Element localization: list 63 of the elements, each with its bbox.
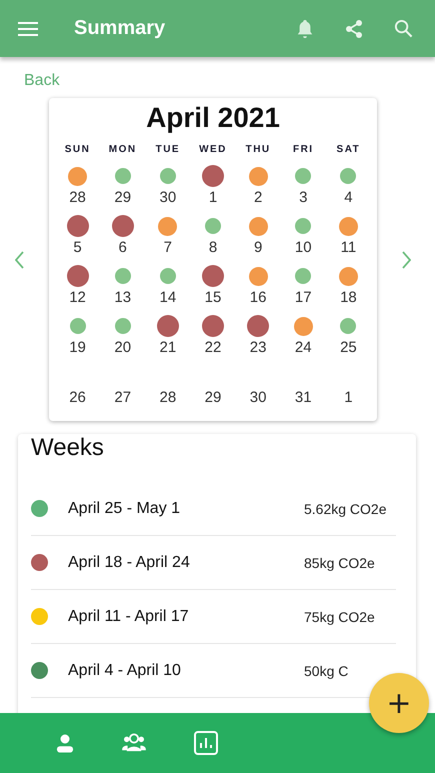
search-icon[interactable] bbox=[394, 19, 413, 38]
week-range[interactable]: April 25 - May 1 bbox=[68, 500, 304, 518]
group-icon[interactable] bbox=[122, 733, 146, 753]
app-bar-title: Summary bbox=[74, 17, 166, 40]
day-number[interactable]: 18 bbox=[340, 289, 357, 306]
day-number[interactable]: 4 bbox=[344, 189, 353, 206]
day-number[interactable]: 2 bbox=[254, 189, 262, 206]
day-number[interactable]: 1 bbox=[208, 189, 218, 206]
day-number[interactable]: 23 bbox=[250, 339, 266, 356]
week-amount: 5.62kg CO2e bbox=[304, 500, 388, 516]
chevron-left-icon[interactable] bbox=[15, 250, 25, 268]
weekday-label: WED bbox=[198, 144, 228, 155]
day-number[interactable]: 22 bbox=[204, 339, 222, 356]
day-number[interactable]: 8 bbox=[208, 239, 218, 256]
weekday-label: SUN bbox=[64, 144, 92, 155]
weekday-label: TUE bbox=[154, 144, 182, 155]
day-number[interactable]: 10 bbox=[294, 239, 312, 256]
weeks-title: Weeks bbox=[31, 434, 105, 463]
week-amount: 50kg C bbox=[304, 662, 350, 678]
week-range[interactable]: April 4 - April 10 bbox=[68, 662, 304, 680]
day-number[interactable]: 24 bbox=[294, 339, 312, 356]
day-number[interactable]: 5 bbox=[73, 239, 82, 256]
day-number[interactable]: 28 bbox=[160, 389, 176, 406]
weekday-label: SAT bbox=[336, 144, 362, 155]
day-number[interactable]: 29 bbox=[114, 189, 132, 206]
day-number[interactable]: 13 bbox=[114, 289, 132, 306]
day-number[interactable]: 30 bbox=[250, 389, 266, 406]
calendar-title: April 2021 bbox=[145, 102, 281, 134]
day-number[interactable]: 28 bbox=[69, 189, 86, 206]
day-number[interactable]: 7 bbox=[164, 239, 172, 256]
bell-icon[interactable] bbox=[296, 18, 314, 38]
day-number[interactable]: 26 bbox=[69, 389, 86, 406]
weekday-label: MON bbox=[108, 144, 138, 155]
day-number[interactable]: 14 bbox=[160, 289, 176, 306]
day-number[interactable]: 29 bbox=[204, 389, 222, 406]
week-amount: 75kg CO2e bbox=[304, 608, 376, 624]
weekday-label: THU bbox=[244, 144, 272, 155]
chart-icon[interactable] bbox=[194, 731, 218, 755]
day-number[interactable]: 19 bbox=[69, 339, 86, 356]
day-number[interactable]: 1 bbox=[344, 389, 353, 406]
day-number[interactable]: 25 bbox=[340, 339, 357, 356]
weekday-label: FRI bbox=[292, 144, 315, 155]
day-number[interactable]: 15 bbox=[204, 289, 222, 306]
share-icon[interactable] bbox=[344, 18, 364, 38]
day-number[interactable]: 30 bbox=[160, 189, 176, 206]
week-range[interactable]: April 11 - April 17 bbox=[68, 608, 304, 626]
menu-icon[interactable] bbox=[18, 22, 38, 36]
week-amount: 85kg CO2e bbox=[304, 554, 376, 570]
day-number[interactable]: 6 bbox=[118, 239, 127, 256]
day-number[interactable]: 3 bbox=[299, 189, 308, 206]
day-number[interactable]: 21 bbox=[160, 339, 176, 356]
day-number[interactable]: 16 bbox=[250, 289, 266, 306]
week-range[interactable]: April 18 - April 24 bbox=[68, 554, 304, 572]
day-number[interactable]: 9 bbox=[254, 239, 262, 256]
chevron-right-icon[interactable] bbox=[401, 250, 411, 268]
day-number[interactable]: 11 bbox=[340, 239, 356, 256]
day-number[interactable]: 31 bbox=[294, 389, 312, 406]
day-number[interactable]: 17 bbox=[294, 289, 312, 306]
person-icon[interactable] bbox=[56, 732, 74, 754]
day-number[interactable]: 12 bbox=[69, 289, 86, 306]
day-number[interactable]: 27 bbox=[114, 389, 132, 406]
day-number[interactable]: 20 bbox=[114, 339, 132, 356]
add-button[interactable]: + bbox=[369, 673, 429, 733]
